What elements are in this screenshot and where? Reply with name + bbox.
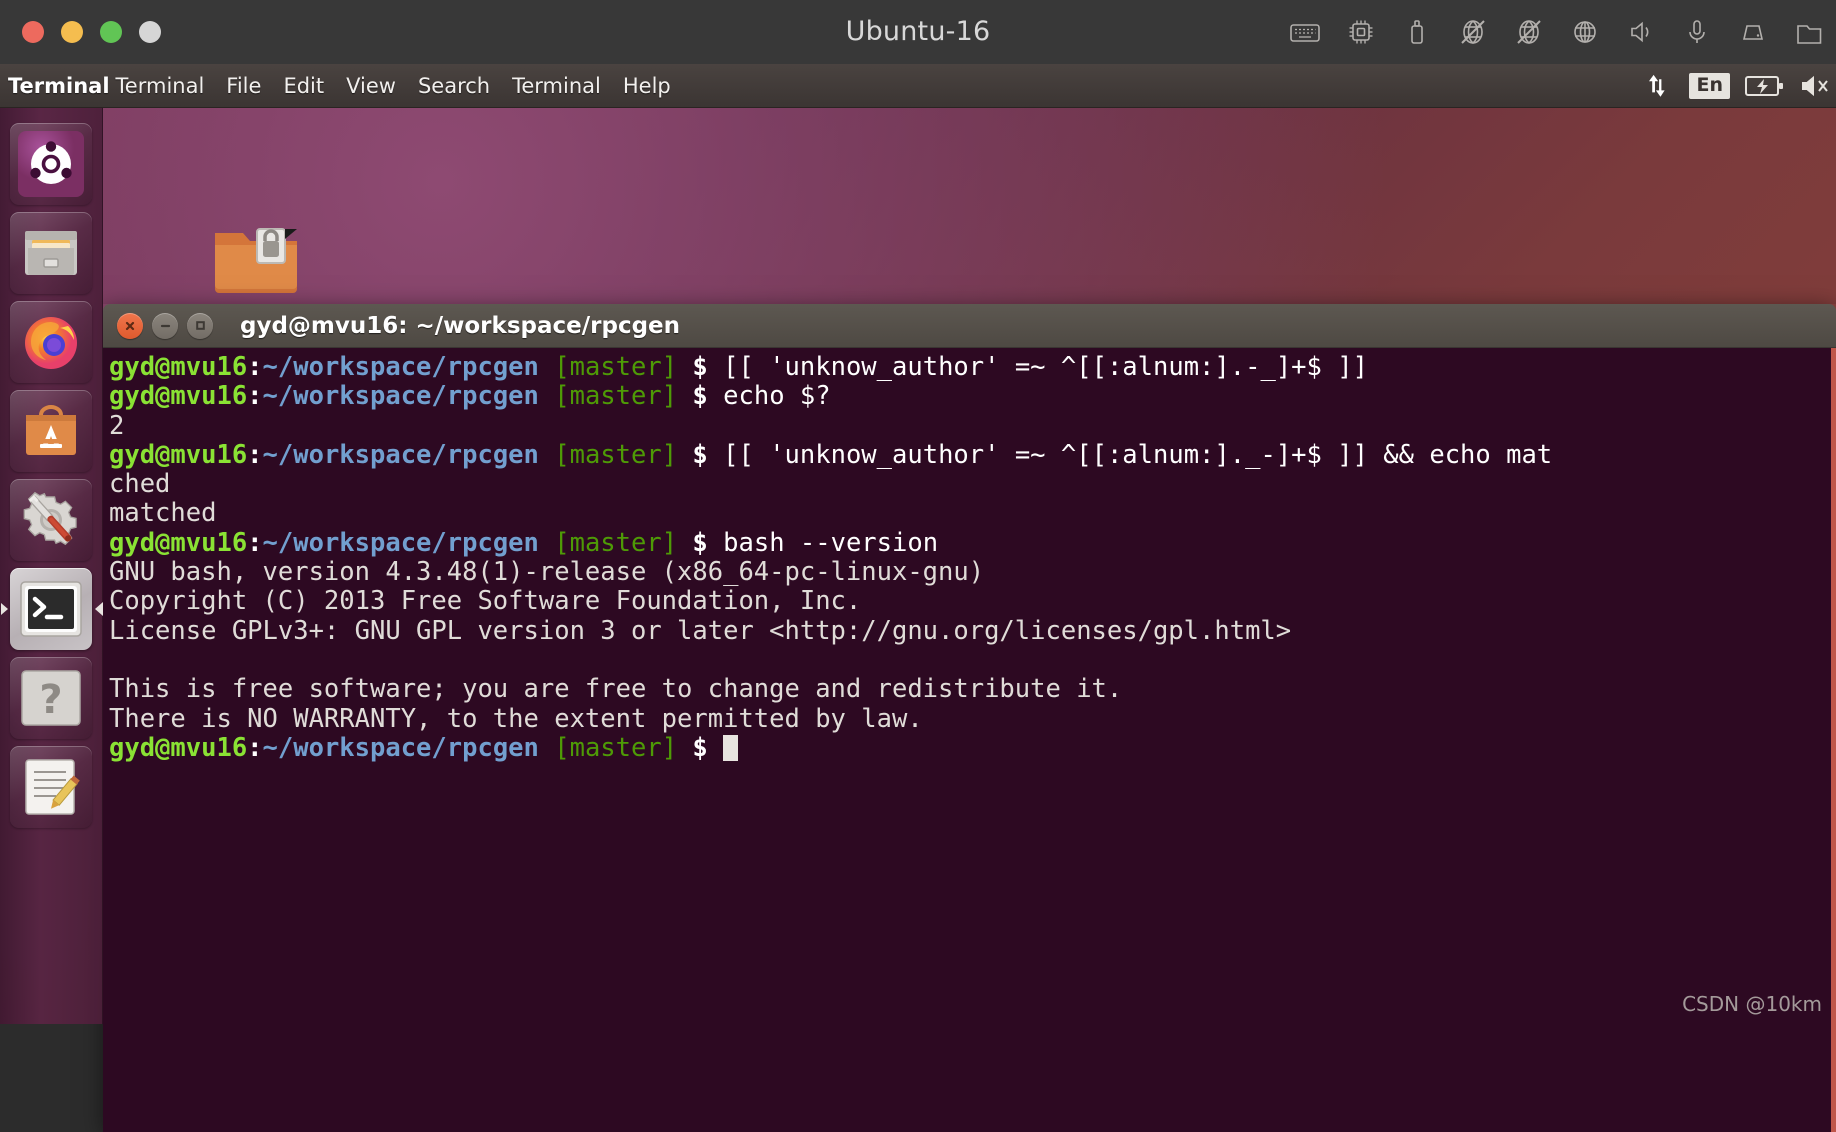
network-updown-icon[interactable] (1645, 71, 1675, 101)
terminal-titlebar[interactable]: gyd@mvu16: ~/workspace/rpcgen (103, 304, 1836, 348)
menu-item-file[interactable]: File (226, 74, 261, 98)
terminal-line: ched (109, 469, 171, 500)
terminal-line: There is NO WARRANTY, to the extent perm… (109, 703, 923, 734)
terminal-line: gyd@mvu16:~/workspace/rpcgen [master] $ … (109, 527, 939, 558)
terminal-line: GNU bash, version 4.3.48(1)-release (x86… (109, 557, 985, 588)
terminal-title-text: gyd@mvu16: ~/workspace/rpcgen (240, 312, 681, 339)
watermark-text: CSDN @10km (1682, 992, 1822, 1016)
menu-bar: Terminal File Edit View Search Terminal … (116, 74, 671, 98)
battery-charging-icon[interactable] (1744, 73, 1786, 99)
menu-item-help[interactable]: Help (623, 74, 671, 98)
usb-drive-icon[interactable] (1400, 15, 1434, 49)
sidebar-item-terminal[interactable] (1, 568, 103, 650)
panel-indicators: En (1645, 64, 1832, 108)
vm-maximize-button[interactable] (100, 21, 122, 43)
terminal-minimize-button[interactable] (152, 312, 178, 339)
harddisk-icon[interactable] (1736, 15, 1770, 49)
keyboard-layout-indicator[interactable]: En (1689, 73, 1730, 99)
terminal-line: matched (109, 498, 217, 529)
terminal-output: gyd@mvu16:~/workspace/rpcgen [master] $ … (109, 352, 1836, 763)
locked-folder-icon[interactable] (211, 221, 301, 295)
network-disabled-2-icon[interactable] (1512, 15, 1546, 49)
sidebar-item-system-settings[interactable] (10, 479, 92, 561)
sidebar-item-files[interactable] (10, 212, 92, 294)
menu-item-search[interactable]: Search (418, 74, 490, 98)
terminal-window: gyd@mvu16: ~/workspace/rpcgen gyd@mvu16:… (103, 304, 1836, 1132)
svg-text:?: ? (39, 677, 62, 723)
sidebar-item-text-editor[interactable] (10, 746, 92, 828)
terminal-active-line: gyd@mvu16:~/workspace/rpcgen [master] $ (109, 733, 1836, 763)
volume-muted-icon[interactable] (1800, 73, 1832, 99)
terminal-line: gyd@mvu16:~/workspace/rpcgen [master] $ … (109, 381, 831, 412)
globe-icon[interactable] (1568, 15, 1602, 49)
ubuntu-top-panel: Terminal Terminal File Edit View Search … (0, 64, 1836, 108)
speaker-icon[interactable] (1624, 15, 1658, 49)
terminal-line: 2 (109, 410, 125, 441)
terminal-line: This is free software; you are free to c… (109, 674, 1123, 705)
terminal-close-button[interactable] (117, 312, 143, 339)
unity-launcher: ? (0, 108, 103, 1024)
menu-item-terminal-app[interactable]: Terminal (116, 74, 205, 98)
terminal-cursor (723, 734, 739, 761)
keyboard-layout-label: En (1689, 73, 1730, 99)
terminal-active-arrow (95, 602, 103, 616)
panel-app-name: Terminal (8, 73, 110, 98)
sidebar-item-dash-home[interactable] (10, 123, 92, 205)
sidebar-item-software-center[interactable] (10, 390, 92, 472)
terminal-line: gyd@mvu16:~/workspace/rpcgen [master] $ … (109, 352, 1368, 382)
desktop-wallpaper: gyd@mvu16: ~/workspace/rpcgen gyd@mvu16:… (0, 108, 1836, 1132)
terminal-line: gyd@mvu16:~/workspace/rpcgen [master] $ … (109, 439, 1553, 470)
terminal-line: Copyright (C) 2013 Free Software Foundat… (109, 586, 862, 617)
terminal-maximize-button[interactable] (187, 312, 213, 339)
vm-tray (1288, 0, 1836, 64)
vm-close-button[interactable] (22, 21, 44, 43)
shared-folder-icon[interactable] (1792, 15, 1826, 49)
network-disabled-icon[interactable] (1456, 15, 1490, 49)
cpu-icon[interactable] (1344, 15, 1378, 49)
sidebar-item-firefox[interactable] (10, 301, 92, 383)
vm-extra-button[interactable] (139, 21, 161, 43)
menu-item-view[interactable]: View (346, 74, 396, 98)
menu-item-terminal[interactable]: Terminal (512, 74, 601, 98)
microphone-icon[interactable] (1680, 15, 1714, 49)
terminal-right-edge (1831, 348, 1836, 1132)
terminal-body[interactable]: gyd@mvu16:~/workspace/rpcgen [master] $ … (103, 348, 1836, 1132)
vm-minimize-button[interactable] (61, 21, 83, 43)
keyboard-icon[interactable] (1288, 15, 1322, 49)
sidebar-item-help[interactable]: ? (10, 657, 92, 739)
terminal-running-pip (1, 603, 8, 615)
menu-item-edit[interactable]: Edit (283, 74, 324, 98)
terminal-line: License GPLv3+: GNU GPL version 3 or lat… (109, 615, 1292, 646)
vm-window-controls (22, 21, 161, 43)
vm-titlebar: Ubuntu-16 (0, 0, 1836, 64)
